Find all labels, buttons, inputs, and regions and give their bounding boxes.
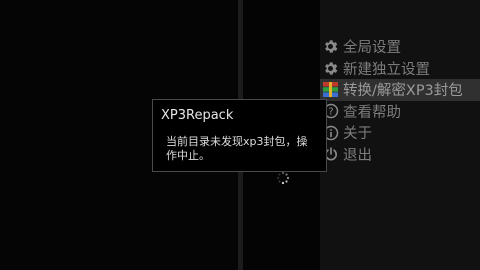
archive-icon xyxy=(322,81,339,98)
gear-icon xyxy=(322,60,339,77)
menu-item-label: 关于 xyxy=(343,126,372,143)
gear-icon xyxy=(322,38,339,55)
menu-item-convert-xp3[interactable]: 转换/解密XP3封包 xyxy=(320,79,480,101)
menu-item-label: 查看帮助 xyxy=(343,104,401,121)
svg-text:?: ? xyxy=(328,107,333,118)
menu-item-label: 转换/解密XP3封包 xyxy=(343,83,463,100)
menu-item-global-settings[interactable]: 全局设置 xyxy=(320,36,480,58)
menu-item-help[interactable]: ? 查看帮助 xyxy=(320,101,480,123)
dialog-message: 当前目录未发现xp3封包，操作中止。 xyxy=(166,135,308,162)
main-menu: 全局设置 新建独立设置 转换/解密XP3封包 ? 查看帮助 关于 退出 xyxy=(320,36,480,165)
loading-spinner-icon xyxy=(276,170,290,185)
dialog-title: XP3Repack xyxy=(161,108,234,123)
menu-item-new-standalone-settings[interactable]: 新建独立设置 xyxy=(320,58,480,80)
menu-item-about[interactable]: 关于 xyxy=(320,122,480,144)
menu-item-exit[interactable]: 退出 xyxy=(320,144,480,166)
menu-item-label: 新建独立设置 xyxy=(343,61,430,78)
menu-item-label: 退出 xyxy=(343,147,372,164)
menu-item-label: 全局设置 xyxy=(343,40,401,57)
message-dialog: XP3Repack 当前目录未发现xp3封包，操作中止。 xyxy=(152,99,327,172)
